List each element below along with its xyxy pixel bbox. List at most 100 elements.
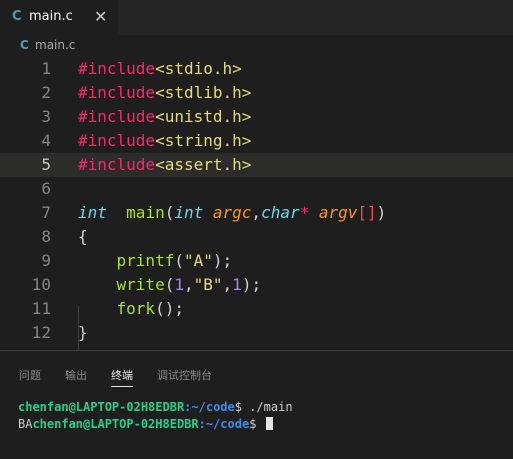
terminal-path: :~/code — [198, 417, 250, 431]
code-text: #include<stdlib.h> — [78, 81, 251, 105]
terminal-line: BAchenfan@LAPTOP-02H8EDBR:~/code$ — [18, 417, 273, 431]
code-token: <string.h> — [155, 131, 252, 150]
code-line[interactable]: 12} — [0, 321, 513, 345]
code-token: { — [78, 227, 88, 246]
line-number: 1 — [41, 59, 51, 78]
line-number: 2 — [41, 83, 51, 102]
code-line[interactable]: 7 int main(int argc,char* argv[]) — [0, 201, 513, 225]
code-token: #include — [78, 155, 156, 174]
code-token: ); — [241, 275, 262, 294]
code-token: char — [261, 203, 300, 222]
code-text: int main(int argc,char* argv[]) — [78, 201, 386, 225]
code-text: #include<string.h> — [78, 129, 251, 153]
code-token: , — [251, 203, 262, 222]
code-token: argc — [212, 203, 252, 222]
code-token: printf — [116, 251, 175, 270]
terminal-user: chenfan@LAPTOP-02H8EDBR — [32, 417, 199, 431]
tab-bar: C main.c ✕ — [0, 0, 513, 35]
code-token: int — [78, 203, 107, 222]
code-token: write — [116, 275, 165, 294]
terminal-path: :~/code — [184, 400, 235, 414]
code-text: #include<unistd.h> — [78, 105, 251, 129]
code-token: ( — [164, 275, 175, 294]
code-token: 1 — [232, 275, 242, 294]
tab-output[interactable]: 输出 — [65, 367, 87, 383]
breadcrumb: C main.c — [0, 35, 513, 57]
code-token: argv — [318, 203, 358, 222]
code-line[interactable]: 1 #include<stdio.h> — [0, 57, 513, 81]
terminal-prompt: $ — [249, 417, 264, 431]
code-line[interactable]: 9 printf("A"); — [0, 249, 513, 273]
code-token: main — [126, 203, 165, 222]
code-token: <assert.h> — [155, 155, 252, 174]
program-output: BA — [18, 417, 33, 431]
code-token: <unistd.h> — [155, 107, 252, 126]
code-token: fork — [116, 299, 156, 318]
tab-debug-console[interactable]: 调试控制台 — [157, 367, 212, 383]
code-token: #include — [78, 59, 156, 78]
code-line[interactable]: 5 #include<assert.h> — [0, 153, 513, 177]
tab-terminal[interactable]: 终端 — [111, 367, 133, 383]
line-number: 9 — [41, 251, 51, 270]
code-token: , — [183, 275, 194, 294]
code-token: 1 — [174, 275, 184, 294]
code-line[interactable]: 2 #include<stdlib.h> — [0, 81, 513, 105]
code-text: { — [78, 225, 88, 249]
line-number: 4 — [41, 131, 51, 150]
breadcrumb-file[interactable]: main.c — [35, 38, 75, 52]
line-number: 6 — [41, 179, 51, 198]
terminal-command: $ ./main — [234, 400, 293, 414]
code-token: * — [299, 203, 310, 222]
terminal-output[interactable]: chenfan@LAPTOP-02H8EDBR:~/code$ ./main B… — [18, 399, 293, 433]
close-icon[interactable]: ✕ — [94, 7, 107, 26]
code-token: } — [78, 323, 88, 342]
code-token: ( — [174, 251, 184, 270]
code-token: "A" — [183, 251, 213, 270]
code-text: #include<assert.h> — [78, 153, 251, 177]
code-token: (); — [155, 299, 184, 318]
terminal-user: chenfan@LAPTOP-02H8EDBR — [18, 400, 185, 414]
code-text: #include<stdio.h> — [78, 57, 242, 81]
code-line[interactable]: 11 fork(); — [0, 297, 513, 321]
code-token: [] — [357, 203, 377, 222]
code-line[interactable]: 4 #include<string.h> — [0, 129, 513, 153]
bottom-panel: 问题 输出 终端 调试控制台 chenfan@LAPTOP-02H8EDBR:~… — [0, 350, 513, 459]
code-token: #include — [78, 107, 156, 126]
code-token: ( — [164, 203, 175, 222]
code-token: "B" — [193, 275, 223, 294]
active-tab-indicator — [111, 386, 133, 387]
line-number: 8 — [41, 227, 51, 246]
code-line[interactable]: 8{ — [0, 225, 513, 249]
code-line[interactable]: 10 write(1,"B",1); — [0, 273, 513, 297]
code-line[interactable]: 3 #include<unistd.h> — [0, 105, 513, 129]
tab-problems[interactable]: 问题 — [19, 367, 41, 383]
terminal-cursor — [265, 417, 273, 430]
code-token: #include — [78, 83, 156, 102]
line-number: 11 — [31, 299, 51, 318]
code-token: #include — [78, 131, 156, 150]
code-text: } — [78, 321, 88, 345]
code-token: , — [222, 275, 233, 294]
code-token: ); — [212, 251, 233, 270]
code-text: write(1,"B",1); — [78, 273, 262, 297]
tab-label[interactable]: main.c — [29, 9, 73, 24]
line-number: 12 — [31, 323, 51, 342]
c-language-icon: C — [12, 9, 22, 24]
code-token: ) — [376, 203, 387, 222]
line-number: 10 — [31, 275, 51, 294]
code-token: <stdio.h> — [155, 59, 242, 78]
tab-main-c[interactable]: C main.c ✕ — [0, 0, 118, 35]
code-token: int — [174, 203, 204, 222]
line-number: 3 — [41, 107, 51, 126]
code-line[interactable]: 6 — [0, 177, 513, 201]
line-number: 7 — [41, 203, 51, 222]
terminal-line: chenfan@LAPTOP-02H8EDBR:~/code$ ./main — [18, 400, 293, 414]
code-text: printf("A"); — [78, 249, 233, 273]
code-editor[interactable]: 1 #include<stdio.h> 2 #include<stdlib.h> 3 #i… — [0, 57, 513, 378]
